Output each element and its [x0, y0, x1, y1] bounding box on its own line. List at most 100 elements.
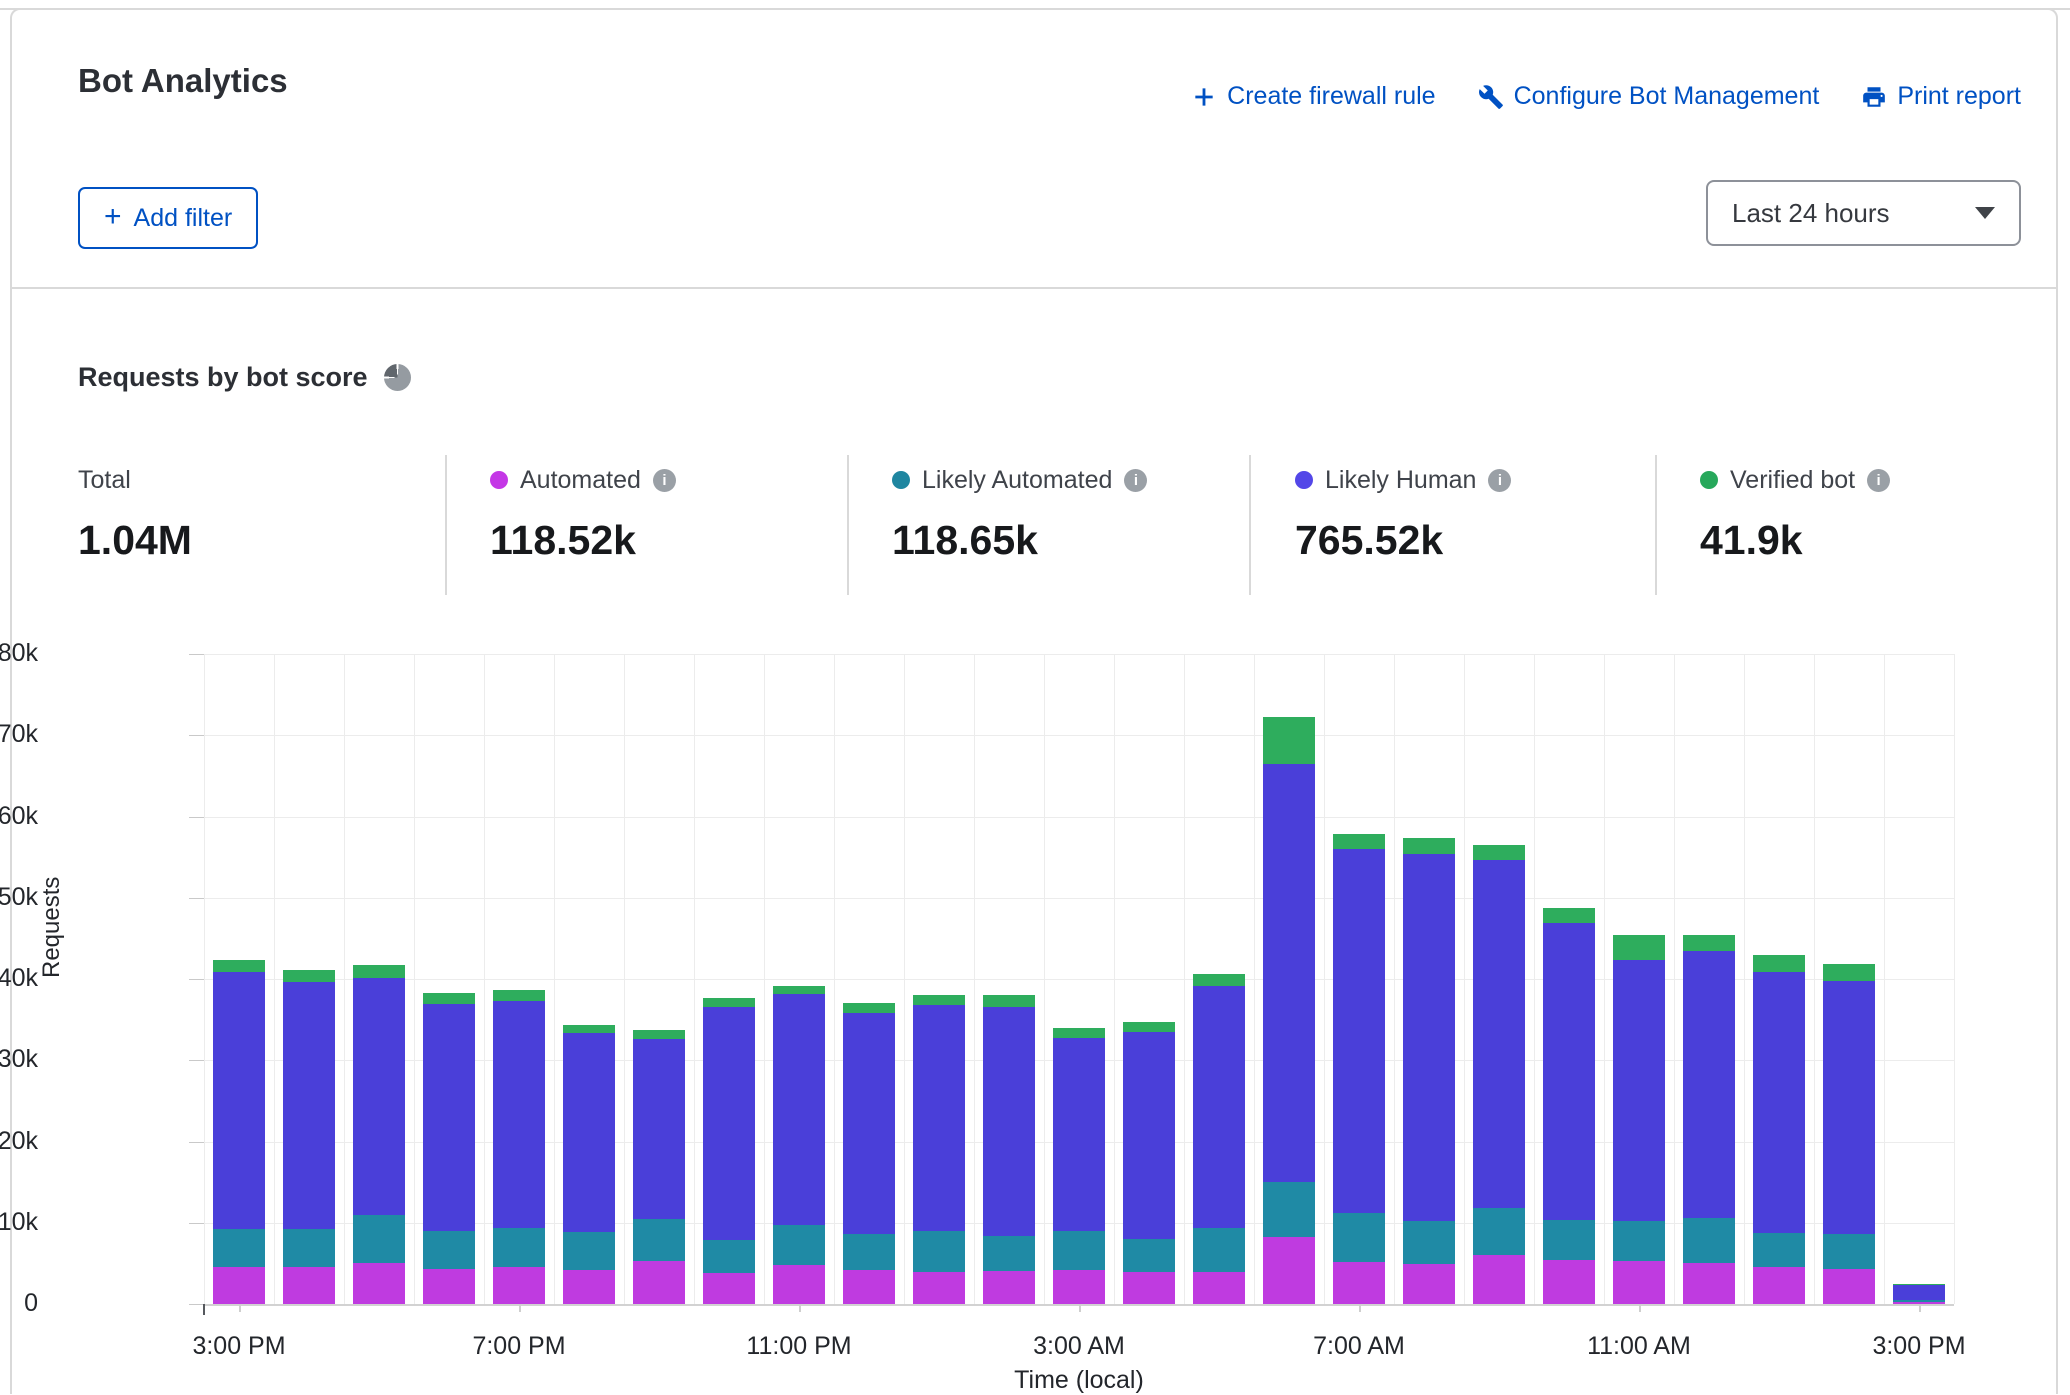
stacked-bar[interactable]: [773, 986, 825, 1305]
stacked-bar[interactable]: [1683, 935, 1735, 1304]
bar-segment-likely-human[interactable]: [353, 978, 405, 1215]
bar-segment-verified-bot[interactable]: [563, 1025, 615, 1033]
bar-segment-likely-automated[interactable]: [1823, 1234, 1875, 1269]
stacked-bar[interactable]: [1473, 845, 1525, 1304]
stacked-bar[interactable]: [1193, 974, 1245, 1304]
bar-segment-verified-bot[interactable]: [283, 970, 335, 982]
bar-segment-automated[interactable]: [353, 1263, 405, 1304]
bar-segment-likely-human[interactable]: [1893, 1285, 1945, 1300]
bar-segment-likely-human[interactable]: [423, 1004, 475, 1231]
stacked-bar[interactable]: [1823, 964, 1875, 1304]
info-icon[interactable]: i: [1488, 469, 1511, 492]
bar-segment-likely-automated[interactable]: [493, 1228, 545, 1266]
bar-segment-automated[interactable]: [493, 1267, 545, 1304]
bar-segment-likely-automated[interactable]: [843, 1234, 895, 1270]
bar-segment-verified-bot[interactable]: [1683, 935, 1735, 950]
bar-segment-automated[interactable]: [423, 1269, 475, 1304]
bar-segment-likely-human[interactable]: [1753, 972, 1805, 1233]
bar-segment-likely-automated[interactable]: [423, 1231, 475, 1269]
bar-segment-automated[interactable]: [563, 1270, 615, 1304]
bar-segment-automated[interactable]: [633, 1261, 685, 1304]
bar-segment-likely-automated[interactable]: [913, 1231, 965, 1272]
bar-segment-likely-automated[interactable]: [1473, 1208, 1525, 1255]
bar-segment-verified-bot[interactable]: [1403, 838, 1455, 853]
bar-segment-automated[interactable]: [843, 1270, 895, 1304]
bar-segment-verified-bot[interactable]: [983, 995, 1035, 1006]
bar-segment-automated[interactable]: [1543, 1260, 1595, 1304]
bar-segment-likely-human[interactable]: [1683, 951, 1735, 1218]
bar-segment-automated[interactable]: [1753, 1267, 1805, 1304]
bar-segment-likely-human[interactable]: [563, 1033, 615, 1232]
bar-segment-likely-automated[interactable]: [1123, 1239, 1175, 1272]
info-icon[interactable]: i: [653, 469, 676, 492]
configure-bot-management-link[interactable]: Configure Bot Management: [1478, 82, 1820, 111]
stacked-bar[interactable]: [1263, 717, 1315, 1304]
stacked-bar[interactable]: [1053, 1028, 1105, 1304]
bar-segment-likely-human[interactable]: [1123, 1032, 1175, 1239]
add-filter-button[interactable]: + Add filter: [78, 187, 258, 249]
bar-segment-likely-automated[interactable]: [773, 1225, 825, 1265]
bar-segment-likely-human[interactable]: [703, 1007, 755, 1240]
bar-segment-automated[interactable]: [283, 1267, 335, 1304]
bar-segment-automated[interactable]: [1683, 1263, 1735, 1304]
bar-segment-likely-automated[interactable]: [633, 1219, 685, 1261]
stacked-bar[interactable]: [1123, 1022, 1175, 1304]
bar-segment-verified-bot[interactable]: [213, 960, 265, 972]
bar-segment-automated[interactable]: [913, 1272, 965, 1304]
bar-segment-verified-bot[interactable]: [703, 998, 755, 1007]
bar-segment-automated[interactable]: [1193, 1272, 1245, 1305]
stacked-bar[interactable]: [1543, 908, 1595, 1305]
bar-segment-likely-human[interactable]: [213, 972, 265, 1230]
bar-segment-verified-bot[interactable]: [423, 993, 475, 1004]
bar-segment-automated[interactable]: [1263, 1237, 1315, 1304]
bar-segment-automated[interactable]: [1613, 1261, 1665, 1304]
bar-segment-verified-bot[interactable]: [1123, 1022, 1175, 1032]
bar-segment-verified-bot[interactable]: [1473, 845, 1525, 860]
bar-segment-likely-human[interactable]: [1403, 854, 1455, 1221]
bar-segment-verified-bot[interactable]: [1193, 974, 1245, 985]
stacked-bar[interactable]: [423, 993, 475, 1304]
bar-segment-automated[interactable]: [703, 1273, 755, 1304]
bar-segment-automated[interactable]: [1823, 1269, 1875, 1304]
bar-segment-automated[interactable]: [1473, 1255, 1525, 1304]
bar-segment-likely-human[interactable]: [773, 994, 825, 1225]
bar-segment-likely-automated[interactable]: [1683, 1218, 1735, 1263]
bar-segment-likely-automated[interactable]: [983, 1236, 1035, 1271]
bar-segment-verified-bot[interactable]: [353, 965, 405, 978]
stacked-bar[interactable]: [703, 998, 755, 1304]
bar-segment-likely-automated[interactable]: [1613, 1221, 1665, 1261]
bar-segment-likely-human[interactable]: [913, 1005, 965, 1231]
info-icon[interactable]: i: [1867, 469, 1890, 492]
info-icon[interactable]: i: [1124, 469, 1147, 492]
stacked-bar[interactable]: [213, 960, 265, 1305]
bar-segment-likely-human[interactable]: [1543, 923, 1595, 1220]
bar-segment-automated[interactable]: [773, 1265, 825, 1304]
bar-segment-likely-automated[interactable]: [1193, 1228, 1245, 1271]
stacked-bar[interactable]: [1753, 955, 1805, 1304]
bar-segment-likely-human[interactable]: [283, 982, 335, 1229]
stacked-bar[interactable]: [493, 990, 545, 1304]
stacked-bar[interactable]: [633, 1030, 685, 1304]
stacked-bar[interactable]: [1403, 838, 1455, 1304]
stacked-bar[interactable]: [913, 995, 965, 1304]
bar-segment-verified-bot[interactable]: [1613, 935, 1665, 960]
stacked-bar[interactable]: [1893, 1284, 1945, 1304]
bar-segment-likely-human[interactable]: [1613, 960, 1665, 1221]
bar-segment-verified-bot[interactable]: [493, 990, 545, 1001]
bar-segment-verified-bot[interactable]: [913, 995, 965, 1005]
bar-segment-likely-human[interactable]: [1823, 981, 1875, 1235]
bar-segment-likely-automated[interactable]: [1333, 1213, 1385, 1262]
bar-segment-verified-bot[interactable]: [1333, 834, 1385, 849]
bar-segment-verified-bot[interactable]: [1053, 1028, 1105, 1038]
stacked-bar[interactable]: [843, 1003, 895, 1304]
bar-segment-likely-human[interactable]: [493, 1001, 545, 1229]
bar-segment-automated[interactable]: [213, 1267, 265, 1304]
bar-segment-likely-automated[interactable]: [1263, 1182, 1315, 1237]
bar-segment-verified-bot[interactable]: [1823, 964, 1875, 980]
bar-segment-automated[interactable]: [1403, 1264, 1455, 1304]
bar-segment-verified-bot[interactable]: [633, 1030, 685, 1039]
bar-segment-likely-automated[interactable]: [1543, 1220, 1595, 1261]
bar-segment-verified-bot[interactable]: [843, 1003, 895, 1014]
bar-segment-likely-automated[interactable]: [1053, 1231, 1105, 1270]
stacked-bar[interactable]: [1613, 935, 1665, 1304]
